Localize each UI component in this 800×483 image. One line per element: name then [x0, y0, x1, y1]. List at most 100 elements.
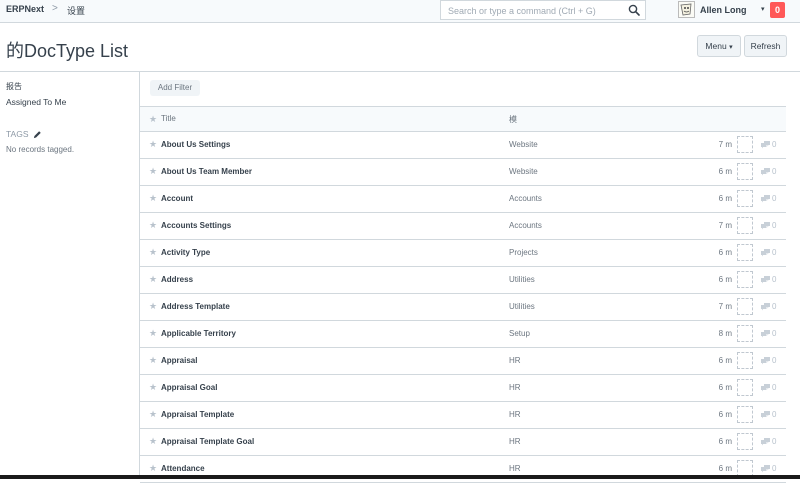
row-modified-time: 6 m	[718, 437, 732, 446]
star-icon[interactable]: ★	[149, 220, 157, 231]
notification-badge[interactable]: 0	[770, 2, 785, 18]
assignee-placeholder-icon	[737, 163, 753, 180]
assignee-placeholder-icon	[737, 190, 753, 207]
star-icon[interactable]: ★	[149, 166, 157, 177]
row-module: Utilities	[509, 302, 535, 311]
star-icon[interactable]: ★	[149, 139, 157, 150]
column-header-module: 模	[509, 115, 517, 124]
row-title-link[interactable]: Appraisal	[161, 356, 197, 365]
menu-button[interactable]: Menu ▾	[697, 35, 741, 57]
comment-icon	[761, 330, 770, 338]
comment-icon	[761, 411, 770, 419]
assignee-placeholder-icon	[737, 244, 753, 261]
star-icon[interactable]: ★	[149, 436, 157, 447]
star-icon[interactable]: ★	[149, 274, 157, 285]
list-row[interactable]: ★ Appraisal Template Goal HR 6 m 0	[140, 429, 786, 456]
comment-icon	[761, 357, 770, 365]
star-icon[interactable]: ★	[149, 114, 157, 125]
row-title-link[interactable]: About Us Team Member	[161, 167, 252, 176]
breadcrumb-link[interactable]: 设置	[67, 4, 85, 17]
assignee-placeholder-icon	[737, 136, 753, 153]
list-main: Add Filter ★ Title 模 ★ About Us Settings W…	[140, 72, 800, 483]
star-icon[interactable]: ★	[149, 301, 157, 312]
row-modified-time: 6 m	[718, 356, 732, 365]
comment-icon	[761, 465, 770, 473]
row-title-link[interactable]: About Us Settings	[161, 140, 230, 149]
row-modified-time: 6 m	[718, 275, 732, 284]
search-input[interactable]	[441, 2, 628, 20]
row-title-link[interactable]: Attendance	[161, 464, 205, 473]
list-row[interactable]: ★ Appraisal HR 6 m 0	[140, 348, 786, 375]
comment-count: 0	[772, 410, 777, 419]
star-icon[interactable]: ★	[149, 355, 157, 366]
refresh-button[interactable]: Refresh	[744, 35, 787, 57]
star-icon[interactable]: ★	[149, 328, 157, 339]
row-module: HR	[509, 383, 521, 392]
comment-icon	[761, 249, 770, 257]
list-sidebar: 报告 Assigned To Me TAGS No records tagged…	[0, 72, 140, 479]
top-navbar: ERPNext > 设置 Allen Long ▾ 0	[0, 0, 800, 23]
list-row[interactable]: ★ Account Accounts 6 m 0	[140, 186, 786, 213]
list-row[interactable]: ★ Appraisal Template HR 6 m 0	[140, 402, 786, 429]
row-module: Utilities	[509, 275, 535, 284]
list-row[interactable]: ★ Address Template Utilities 7 m 0	[140, 294, 786, 321]
assignee-placeholder-icon	[737, 379, 753, 396]
brand-link[interactable]: ERPNext	[6, 4, 44, 14]
row-module: Accounts	[509, 194, 542, 203]
row-modified-time: 6 m	[718, 194, 732, 203]
row-title-link[interactable]: Address Template	[161, 302, 230, 311]
star-icon[interactable]: ★	[149, 193, 157, 204]
comment-icon	[761, 438, 770, 446]
comment-count: 0	[772, 194, 777, 203]
star-icon[interactable]: ★	[149, 247, 157, 258]
row-module: Accounts	[509, 221, 542, 230]
pencil-icon[interactable]	[33, 130, 42, 139]
star-icon[interactable]: ★	[149, 463, 157, 474]
list-rows: ★ About Us Settings Website 7 m 0 ★ About Us T…	[140, 132, 786, 483]
list-row[interactable]: ★ Applicable Territory Setup 8 m 0	[140, 321, 786, 348]
row-modified-time: 6 m	[718, 410, 732, 419]
add-filter-button[interactable]: Add Filter	[150, 80, 200, 96]
comment-icon	[761, 222, 770, 230]
assignee-placeholder-icon	[737, 298, 753, 315]
comment-count: 0	[772, 356, 777, 365]
row-module: HR	[509, 437, 521, 446]
row-title-link[interactable]: Appraisal Goal	[161, 383, 217, 392]
row-title-link[interactable]: Applicable Territory	[161, 329, 236, 338]
assignee-placeholder-icon	[737, 271, 753, 288]
assignee-placeholder-icon	[737, 406, 753, 423]
sidebar-item-assigned-to-me[interactable]: Assigned To Me	[6, 97, 66, 107]
row-module: Projects	[509, 248, 538, 257]
user-name: Allen Long	[700, 5, 747, 15]
row-module: HR	[509, 464, 521, 473]
comment-icon	[761, 303, 770, 311]
row-modified-time: 8 m	[718, 329, 732, 338]
search-icon[interactable]	[628, 4, 640, 16]
star-icon[interactable]: ★	[149, 409, 157, 420]
row-title-link[interactable]: Address	[161, 275, 193, 284]
page-title: 的DocType List	[6, 41, 129, 61]
list-row[interactable]: ★ About Us Team Member Website 6 m 0	[140, 159, 786, 186]
list-row[interactable]: ★ Activity Type Projects 6 m 0	[140, 240, 786, 267]
list-row[interactable]: ★ Accounts Settings Accounts 7 m 0	[140, 213, 786, 240]
sidebar-tags-label: TAGS	[6, 129, 29, 139]
row-title-link[interactable]: Accounts Settings	[161, 221, 231, 230]
comment-count: 0	[772, 437, 777, 446]
star-icon[interactable]: ★	[149, 382, 157, 393]
row-modified-time: 6 m	[718, 248, 732, 257]
breadcrumb-separator: >	[52, 3, 58, 14]
comment-count: 0	[772, 329, 777, 338]
sidebar-reports-label[interactable]: 报告	[6, 81, 22, 92]
row-title-link[interactable]: Appraisal Template	[161, 410, 234, 419]
list-row[interactable]: ★ About Us Settings Website 7 m 0	[140, 132, 786, 159]
row-module: Website	[509, 140, 538, 149]
row-title-link[interactable]: Appraisal Template Goal	[161, 437, 254, 446]
list-row[interactable]: ★ Address Utilities 6 m 0	[140, 267, 786, 294]
awesome-bar	[440, 0, 646, 20]
row-modified-time: 6 m	[718, 383, 732, 392]
row-title-link[interactable]: Account	[161, 194, 193, 203]
list-row[interactable]: ★ Appraisal Goal HR 6 m 0	[140, 375, 786, 402]
row-title-link[interactable]: Activity Type	[161, 248, 210, 257]
row-modified-time: 7 m	[718, 140, 732, 149]
screen-bottom-edge	[0, 475, 800, 479]
